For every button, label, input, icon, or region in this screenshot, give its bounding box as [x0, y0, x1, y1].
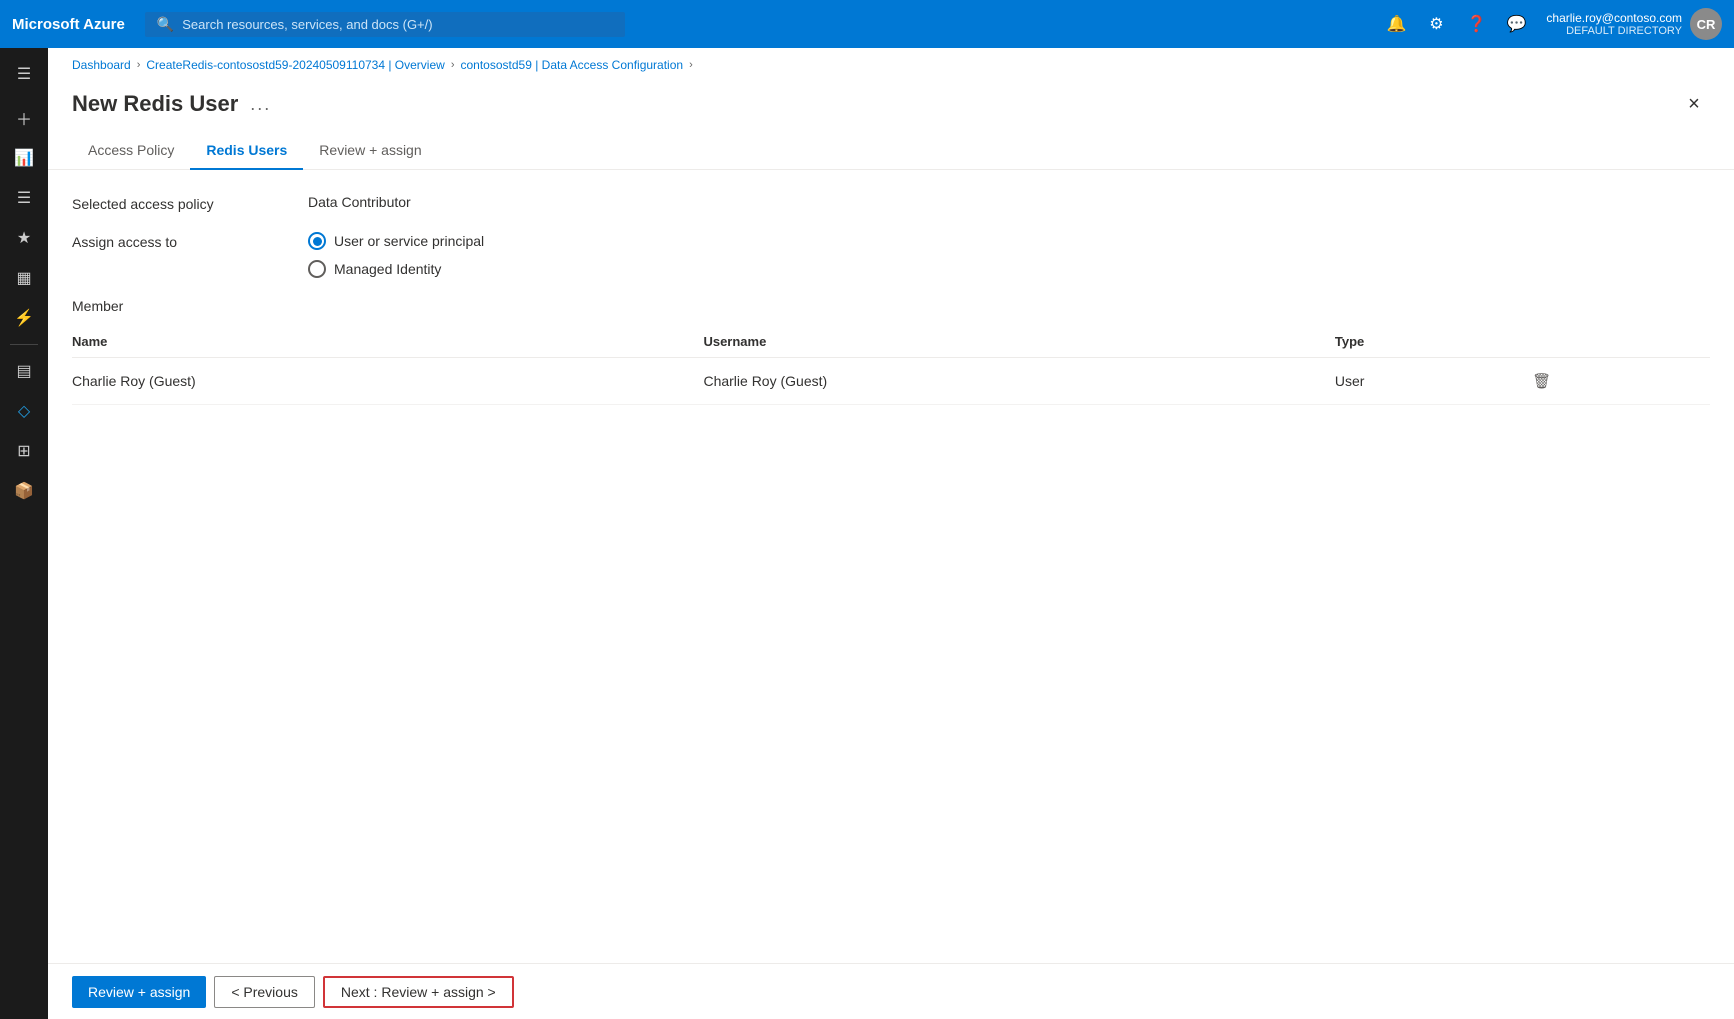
tab-redis-users[interactable]: Redis Users [190, 132, 303, 170]
user-directory: DEFAULT DIRECTORY [1546, 25, 1682, 37]
member-section: Member Name Username Type Charlie Roy (G… [72, 298, 1710, 405]
tabs: Access Policy Redis Users Review + assig… [48, 132, 1734, 170]
member-table: Name Username Type Charlie Roy (Guest) C… [72, 326, 1710, 405]
sidebar-item-lightning[interactable]: ⚡ [6, 300, 42, 336]
panel-more-options[interactable]: ... [250, 94, 271, 115]
close-button[interactable]: × [1678, 88, 1710, 120]
radio-inner-user [313, 237, 322, 246]
table-row: Charlie Roy (Guest) Charlie Roy (Guest) … [72, 358, 1710, 405]
col-name: Name [72, 326, 703, 358]
page-title: New Redis User [72, 91, 238, 117]
selected-policy-value: Data Contributor [308, 194, 411, 210]
feedback-button[interactable]: 💬 [1498, 6, 1534, 42]
sidebar-item-favorites[interactable]: ★ [6, 220, 42, 256]
assign-access-label: Assign access to [72, 232, 292, 250]
review-assign-button[interactable]: Review + assign [72, 976, 206, 1008]
breadcrumb-sep-1: › [137, 59, 141, 71]
selected-policy-label: Selected access policy [72, 194, 292, 212]
help-button[interactable]: ❓ [1458, 6, 1494, 42]
cell-name: Charlie Roy (Guest) [72, 358, 703, 405]
panel-content: Selected access policy Data Contributor … [48, 170, 1734, 1019]
breadcrumb-data-access[interactable]: contosostd59 | Data Access Configuration [460, 58, 683, 72]
breadcrumb-dashboard[interactable]: Dashboard [72, 58, 131, 72]
radio-managed-identity[interactable]: Managed Identity [308, 260, 484, 278]
user-email: charlie.roy@contoso.com [1546, 11, 1682, 25]
assign-access-row: Assign access to User or service princip… [72, 232, 1710, 278]
sidebar-item-box[interactable]: 📦 [6, 473, 42, 509]
notifications-button[interactable]: 🔔 [1378, 6, 1414, 42]
topbar: Microsoft Azure 🔍 🔔 ⚙ ❓ 💬 charlie.roy@co… [0, 0, 1734, 48]
cell-type: User [1335, 358, 1528, 405]
breadcrumb: Dashboard › CreateRedis-contosostd59-202… [48, 48, 1734, 72]
search-input[interactable] [182, 17, 613, 32]
breadcrumb-sep-3: › [689, 59, 693, 71]
bottom-bar: Review + assign < Previous Next : Review… [48, 963, 1734, 1019]
radio-circle-managed [308, 260, 326, 278]
sidebar-item-list[interactable]: ☰ [6, 180, 42, 216]
delete-row-button[interactable]: 🗑 [1528, 368, 1555, 394]
search-icon: 🔍 [157, 16, 174, 33]
radio-label-managed: Managed Identity [334, 261, 441, 277]
brand-label: Microsoft Azure [12, 16, 125, 33]
sidebar-item-diamond[interactable]: ◇ [6, 393, 42, 429]
radio-user-service-principal[interactable]: User or service principal [308, 232, 484, 250]
selected-policy-row: Selected access policy Data Contributor [72, 194, 1710, 212]
settings-button[interactable]: ⚙ [1418, 6, 1454, 42]
sidebar-item-grid[interactable]: ⊞ [6, 433, 42, 469]
previous-button[interactable]: < Previous [214, 976, 315, 1008]
main-content: Dashboard › CreateRedis-contosostd59-202… [48, 48, 1734, 1019]
sidebar-item-tiles[interactable]: ▦ [6, 260, 42, 296]
search-bar[interactable]: 🔍 [145, 12, 625, 37]
radio-circle-user [308, 232, 326, 250]
sidebar: ☰ ＋ 📊 ☰ ★ ▦ ⚡ ▤ ◇ ⊞ 📦 [0, 48, 48, 1019]
cell-username: Charlie Roy (Guest) [703, 358, 1334, 405]
next-review-assign-button[interactable]: Next : Review + assign > [323, 976, 514, 1008]
col-actions [1528, 326, 1710, 358]
col-type: Type [1335, 326, 1528, 358]
sidebar-item-add[interactable]: ＋ [6, 100, 42, 136]
sidebar-item-dashboard[interactable]: 📊 [6, 140, 42, 176]
breadcrumb-create-redis[interactable]: CreateRedis-contosostd59-20240509110734 … [146, 58, 444, 72]
tab-access-policy[interactable]: Access Policy [72, 132, 190, 170]
sidebar-item-table[interactable]: ▤ [6, 353, 42, 389]
radio-group-access: User or service principal Managed Identi… [308, 232, 484, 278]
panel-header: New Redis User ... × [48, 72, 1734, 132]
breadcrumb-sep-2: › [451, 59, 455, 71]
col-username: Username [703, 326, 1334, 358]
cell-delete: 🗑 [1528, 358, 1710, 405]
topbar-icons: 🔔 ⚙ ❓ 💬 [1378, 6, 1534, 42]
avatar: CR [1690, 8, 1722, 40]
tab-review-assign[interactable]: Review + assign [303, 132, 437, 170]
member-label: Member [72, 298, 1710, 314]
radio-label-user: User or service principal [334, 233, 484, 249]
sidebar-toggle[interactable]: ☰ [6, 56, 42, 92]
user-menu[interactable]: charlie.roy@contoso.com DEFAULT DIRECTOR… [1546, 8, 1722, 40]
